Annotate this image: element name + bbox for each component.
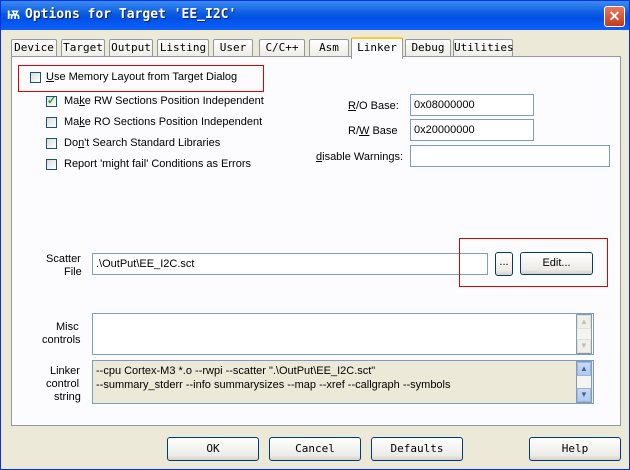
rw-base-label: R/W Base <box>348 125 398 137</box>
rw-independent-label[interactable]: Make RW Sections Position Independent <box>64 95 264 108</box>
might-fail-errors-checkbox[interactable] <box>46 159 57 170</box>
misc-scrollbar[interactable]: ▲ ▼ <box>576 314 592 354</box>
scroll-up-icon[interactable]: ▲ <box>577 362 591 376</box>
linker-line-2: --summary_stderr --info summarysizes --m… <box>96 379 451 391</box>
no-std-libs-label[interactable]: Don't Search Standard Libraries <box>64 137 220 150</box>
linker-control-string: --cpu Cortex-M3 *.o --rwpi --scatter ".\… <box>92 360 594 404</box>
use-memory-layout-label[interactable]: Use Memory Layout from Target Dialog <box>46 71 237 84</box>
defaults-button[interactable]: Defaults <box>371 437 463 461</box>
close-button[interactable]: ✕ <box>604 6 625 27</box>
scroll-down-icon[interactable]: ▼ <box>577 339 591 353</box>
misc-label-line1: Misc <box>56 321 79 333</box>
linker-label-line3: string <box>54 391 81 403</box>
rw-base-input[interactable]: 0x20000000 <box>410 119 534 141</box>
misc-label-line2: controls <box>42 334 81 346</box>
ro-base-label: R/O Base: <box>348 100 399 112</box>
scatter-label-line1: Scatter <box>46 253 81 265</box>
linker-scrollbar[interactable]: ▲ ▼ <box>576 361 592 403</box>
keil-app-icon: Ѭ <box>7 8 20 22</box>
might-fail-errors-label[interactable]: Report 'might fail' Conditions as Errors <box>64 158 251 171</box>
use-memory-layout-checkbox[interactable] <box>30 72 41 83</box>
tab-debug[interactable]: Debug <box>405 39 451 57</box>
tab-asm[interactable]: Asm <box>309 39 349 57</box>
cancel-button[interactable]: Cancel <box>269 437 361 461</box>
linker-panel: Use Memory Layout from Target Dialog Mak… <box>11 56 621 426</box>
scroll-up-icon[interactable]: ▲ <box>577 315 591 329</box>
no-std-libs-checkbox[interactable] <box>46 138 57 149</box>
tab-output[interactable]: Output <box>109 39 153 57</box>
linker-label-line2: control <box>46 378 80 390</box>
scatter-file-input[interactable]: .\OutPut\EE_I2C.sct <box>92 253 488 275</box>
scroll-down-icon[interactable]: ▼ <box>577 388 591 402</box>
disable-warnings-label: disable Warnings: <box>316 151 404 163</box>
title-bar[interactable]: Ѭ Options for Target 'EE_I2C' ✕ <box>1 1 629 30</box>
scatter-edit-button[interactable]: Edit... <box>520 252 593 275</box>
window-title: Options for Target 'EE_I2C' <box>25 7 237 22</box>
rw-independent-checkbox[interactable] <box>46 94 57 107</box>
scatter-label-line2: File <box>64 266 82 278</box>
ro-independent-checkbox[interactable] <box>46 117 57 128</box>
options-dialog: Ѭ Options for Target 'EE_I2C' ✕ Device T… <box>0 0 630 470</box>
tab-linker[interactable]: Linker <box>351 37 403 59</box>
tab-target[interactable]: Target <box>61 39 105 57</box>
linker-line-1: --cpu Cortex-M3 *.o --rwpi --scatter ".\… <box>96 365 376 377</box>
help-button[interactable]: Help <box>529 437 621 461</box>
ro-base-input[interactable]: 0x08000000 <box>410 94 534 116</box>
misc-controls-textarea[interactable] <box>92 313 594 355</box>
disable-warnings-input[interactable] <box>410 145 610 167</box>
linker-label-line1: Linker <box>50 365 80 377</box>
tab-listing[interactable]: Listing <box>157 39 209 57</box>
tab-utilities[interactable]: Utilities <box>453 39 514 57</box>
tab-cpp[interactable]: C/C++ <box>259 39 305 57</box>
scatter-browse-button[interactable]: ... <box>495 252 513 276</box>
tab-device[interactable]: Device <box>11 39 57 57</box>
ok-button[interactable]: OK <box>167 437 259 461</box>
tab-user[interactable]: User <box>213 39 253 57</box>
ro-independent-label[interactable]: Make RO Sections Position Independent <box>64 116 262 129</box>
